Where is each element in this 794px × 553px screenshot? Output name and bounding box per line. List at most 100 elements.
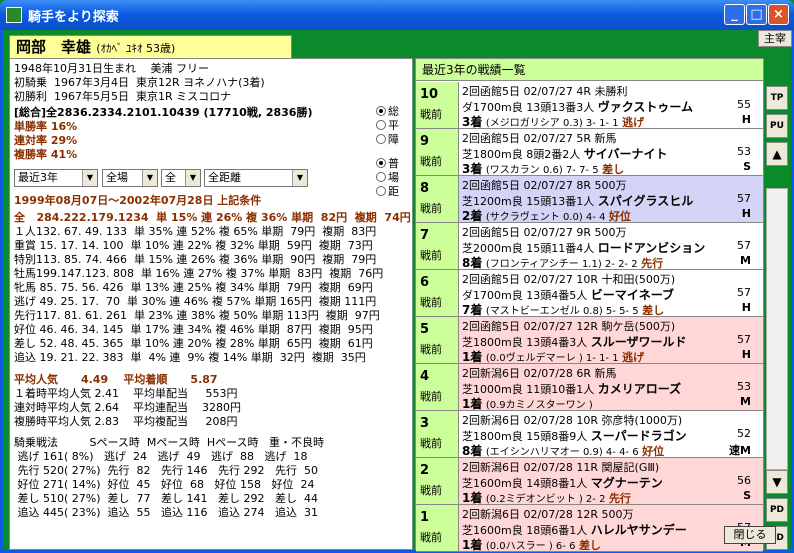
- jockey-stats-panel: 1948年10月31日生まれ 美浦 フリー 初騎乗 1967年3月4日 東京12…: [9, 58, 413, 550]
- kind-select[interactable]: 全 ▼: [161, 169, 201, 187]
- pace-row: 差し 510( 27%) 差し 77 差し 141 差し 292 差し 44: [14, 492, 318, 505]
- weight: 57: [737, 286, 751, 299]
- race-result-line: 8着 (フロンティアシチー 1.1) 2- 2- 2 先行: [462, 254, 663, 271]
- track-select[interactable]: 全場 ▼: [102, 169, 158, 187]
- race-row[interactable]: 8 戦前 2回函館5日 02/07/27 8R 500万 芝1200m良 15頭13番…: [416, 176, 763, 223]
- pace-row: 逃げ 161( 8%) 逃げ 24 逃げ 49 逃げ 88 逃げ 18: [14, 450, 308, 463]
- race-zen-label: 戦前: [420, 437, 442, 450]
- stats-row: 逃げ 49. 25. 17. 70 単 30% 連 46% 複 57% 単期 1…: [14, 295, 377, 308]
- pace-mark: M: [740, 395, 751, 408]
- stats-row: 差し 52. 48. 45. 365 単 10% 連 20% 複 28% 単期 …: [14, 337, 373, 350]
- radio-dot: [376, 186, 386, 196]
- close-button[interactable]: 閉じる: [724, 526, 776, 544]
- radio-dot: [376, 172, 386, 182]
- race-result-line: 1着 (0.2ミデオンビット ) 2- 2 先行: [462, 489, 631, 506]
- weight: 57: [737, 333, 751, 346]
- result-detail: (エイシンハリマオー 0.9) 4- 4- 6: [485, 447, 639, 458]
- avg-place-line: 複勝時平均人気 2.83 平均複配当 208円: [14, 415, 238, 428]
- race-zen-label: 戦前: [420, 155, 442, 168]
- scroll-up-button[interactable]: ▲: [766, 142, 788, 166]
- race-row[interactable]: 3 戦前 2回新潟6日 02/07/28 10R 弥彦特(1000万) 芝1800m良…: [416, 411, 763, 458]
- race-zen-label: 戦前: [420, 343, 442, 356]
- radio-flat[interactable]: 平: [376, 119, 399, 132]
- race-row[interactable]: 4 戦前 2回新潟6日 02/07/28 6R 新馬 芝1000m良 11頭10番1人…: [416, 364, 763, 411]
- chevron-down-icon: ▼: [82, 170, 97, 186]
- period-select[interactable]: 最近3年 ▼: [14, 169, 98, 187]
- stats-row: 重賞 15. 17. 14. 100 単 10% 連 22% 複 32% 単期 …: [14, 239, 373, 252]
- scroll-down-button[interactable]: ▼: [766, 470, 788, 494]
- race-zen-label: 戦前: [420, 249, 442, 262]
- race-body: 2回新潟6日 02/07/28 6R 新馬 芝1000m良 11頭10番1人 カメ…: [459, 364, 763, 411]
- pace-mark: 速M: [729, 444, 751, 457]
- result-detail: (0.0ヴェルデマーレ ) 1- 1- 1: [485, 353, 619, 364]
- race-result-line: 3着 (メジロガリシア 0.3) 3- 1- 1 逃げ: [462, 113, 644, 130]
- race-index: 6 戦前: [416, 270, 459, 316]
- running-style: 逃げ: [622, 351, 645, 364]
- stats-row: 好位 46. 46. 34. 145 単 17% 連 34% 複 46% 単期 …: [14, 323, 373, 336]
- radio-normal[interactable]: 普: [376, 157, 399, 170]
- race-row[interactable]: 9 戦前 2回函館5日 02/07/27 5R 新馬 芝1800m良 8頭2番2人 サ…: [416, 129, 763, 176]
- race-row[interactable]: 2 戦前 2回新潟6日 02/07/28 11R 関屋記(GⅢ) 芝1600m良 14…: [416, 458, 763, 505]
- race-zen-label: 戦前: [420, 108, 442, 121]
- race-row[interactable]: 5 戦前 2回函館5日 02/07/27 12R 駒ケ岳(500万) 芝1800m良 …: [416, 317, 763, 364]
- horse-name: サイバーナイト: [583, 147, 668, 161]
- race-row[interactable]: 7 戦前 2回函館5日 02/07/27 9R 500万 芝2000m良 15頭11番…: [416, 223, 763, 270]
- maximize-button[interactable]: □: [746, 4, 767, 25]
- avg-quinella-line: 連対時平均人気 2.64 平均連配当 3280円: [14, 401, 241, 414]
- radio-dot: [376, 158, 386, 168]
- pu-button[interactable]: PU: [766, 114, 788, 138]
- finish-position: 1着: [462, 538, 483, 552]
- result-detail: (サクラヴェント 0.0) 4- 4: [485, 212, 606, 223]
- jockey-name-bar: 岡部 幸雄 (ｵｶﾍﾞ ﾕｷｵ 53歳): [9, 35, 292, 59]
- finish-position: 2着: [462, 209, 483, 223]
- race-row[interactable]: 1 戦前 2回新潟6日 02/07/28 12R 500万 芝1600m良 18頭6番…: [416, 505, 763, 552]
- radio-jump[interactable]: 障: [376, 133, 399, 146]
- weight: 57: [737, 192, 751, 205]
- radio-distance[interactable]: 距: [376, 185, 399, 198]
- tp-button[interactable]: TP: [766, 86, 788, 110]
- distance-select[interactable]: 全距離 ▼: [204, 169, 308, 187]
- race-info: 2回函館5日 02/07/27 9R 500万: [462, 226, 627, 239]
- race-info: 2回新潟6日 02/07/28 12R 500万: [462, 508, 634, 521]
- race-info: 2回新潟6日 02/07/28 6R 新馬: [462, 367, 617, 380]
- weight: 55: [737, 98, 751, 111]
- stats-row: 牝馬 85. 75. 56. 426 単 13% 連 25% 複 34% 単期 …: [14, 281, 373, 294]
- weight: 56: [737, 474, 751, 487]
- jockey-kana: (ｵｶﾍﾞ ﾕｷｵ 53歳): [96, 42, 176, 55]
- profile-first-ride: 初騎乗 1967年3月4日 東京12R ヨネノハナ(3着): [14, 76, 265, 89]
- stats-row: 全 284.222.179.1234 単 15% 連 26% 複 36% 単期 …: [14, 211, 411, 224]
- weight: 57: [737, 239, 751, 252]
- race-body: 2回函館5日 02/07/27 9R 500万 芝2000m良 15頭11番4人 …: [459, 223, 763, 271]
- race-body: 2回函館5日 02/07/27 10R 十和田(500万) ダ1700m良 13頭…: [459, 270, 763, 317]
- race-result-line: 2着 (サクラヴェント 0.0) 4- 4 好位: [462, 207, 631, 224]
- close-window-button[interactable]: ×: [768, 4, 789, 25]
- race-index: 9 戦前: [416, 129, 459, 175]
- scrollbar-track[interactable]: [766, 188, 788, 470]
- finish-position: 3着: [462, 162, 483, 176]
- stats-row: 特別113. 85. 74. 466 単 15% 連 26% 複 36% 単期 …: [14, 253, 377, 266]
- syusai-button[interactable]: 主宰: [758, 30, 792, 47]
- race-row[interactable]: 6 戦前 2回函館5日 02/07/27 10R 十和田(500万) ダ1700m良 …: [416, 270, 763, 317]
- pd-button[interactable]: PD: [766, 498, 788, 522]
- race-row[interactable]: 10 戦前 2回函館5日 02/07/27 4R 未勝利 ダ1700m良 13頭13番…: [416, 82, 763, 129]
- jockey-name: 岡部 幸雄: [16, 38, 92, 56]
- radio-total[interactable]: 総: [376, 105, 399, 118]
- race-index: 1 戦前: [416, 505, 459, 551]
- result-detail: (マストビーエンゼル 0.8) 5- 5- 5: [485, 306, 639, 317]
- race-body: 2回函館5日 02/07/27 8R 500万 芝1200m良 15頭13番1人 …: [459, 176, 763, 224]
- minimize-button[interactable]: _: [724, 4, 745, 25]
- finish-position: 7着: [462, 303, 483, 317]
- summary-total: [総合]全2836.2334.2101.10439 (17710戦, 2836勝…: [14, 106, 313, 119]
- radio-course[interactable]: 場: [376, 171, 399, 184]
- summary-quinella-rate: 連対率 29%: [14, 134, 78, 147]
- pace-mark: H: [741, 348, 751, 361]
- chevron-down-icon: ▼: [185, 170, 200, 186]
- horse-name: スパイグラスヒル: [597, 194, 694, 208]
- finish-position: 3着: [462, 115, 483, 129]
- result-detail: (ワスカラン 0.6) 7- 7- 5: [485, 165, 599, 176]
- stats-row: 先行117. 81. 61. 261 単 23% 連 38% 複 50% 単期 …: [14, 309, 380, 322]
- race-info: 2回函館5日 02/07/27 8R 500万: [462, 179, 627, 192]
- race-zen-label: 戦前: [420, 390, 442, 403]
- race-number: 3: [420, 416, 430, 431]
- horse-name: ハレルヤサンデー: [590, 523, 687, 537]
